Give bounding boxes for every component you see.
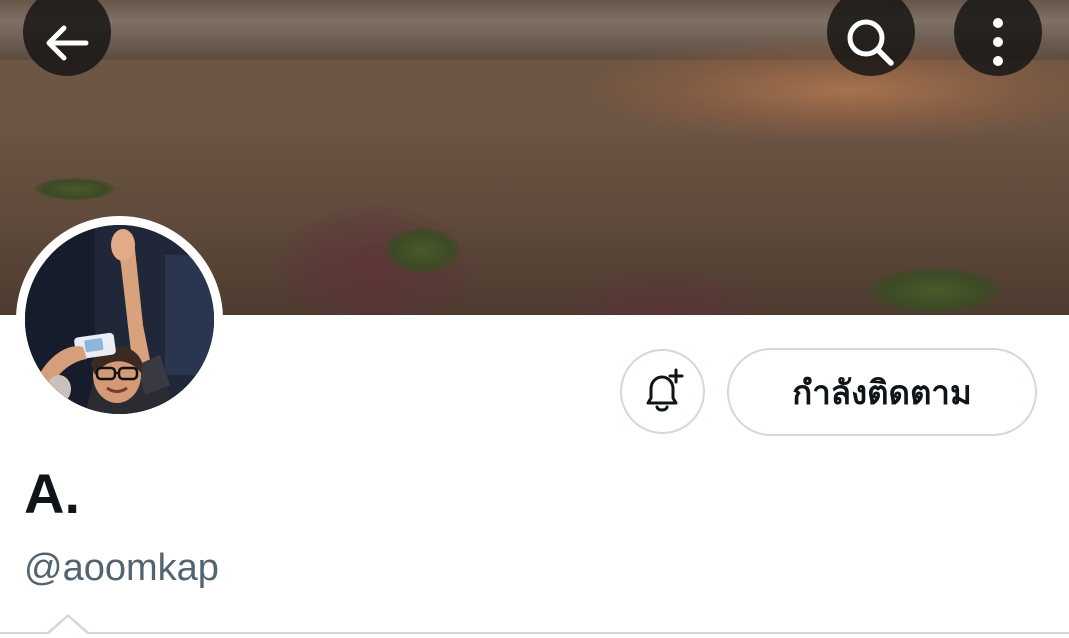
banner-seaweed [870, 268, 1000, 313]
avatar-photo-illustration [25, 225, 214, 414]
more-vertical-icon [993, 18, 1003, 66]
following-button-label: กำลังติดตาม [792, 372, 972, 412]
section-divider [0, 632, 1069, 634]
notifications-bell-button[interactable] [620, 349, 705, 434]
banner-seaweed [35, 178, 115, 200]
avatar-photo [25, 225, 214, 414]
banner-shadow [560, 270, 770, 315]
profile-page: กำลังติดตาม A. @aoomkap [0, 0, 1069, 638]
bell-plus-icon [646, 368, 683, 411]
arrow-left-icon [46, 25, 89, 61]
profile-handle: @aoomkap [24, 547, 219, 589]
following-button[interactable]: กำลังติดตาม [727, 348, 1037, 436]
banner-seaweed [385, 228, 460, 273]
tooltip-notch-fill [49, 617, 87, 634]
profile-display-name: A. [24, 462, 80, 525]
profile-avatar[interactable] [16, 216, 223, 423]
search-icon [847, 19, 894, 66]
